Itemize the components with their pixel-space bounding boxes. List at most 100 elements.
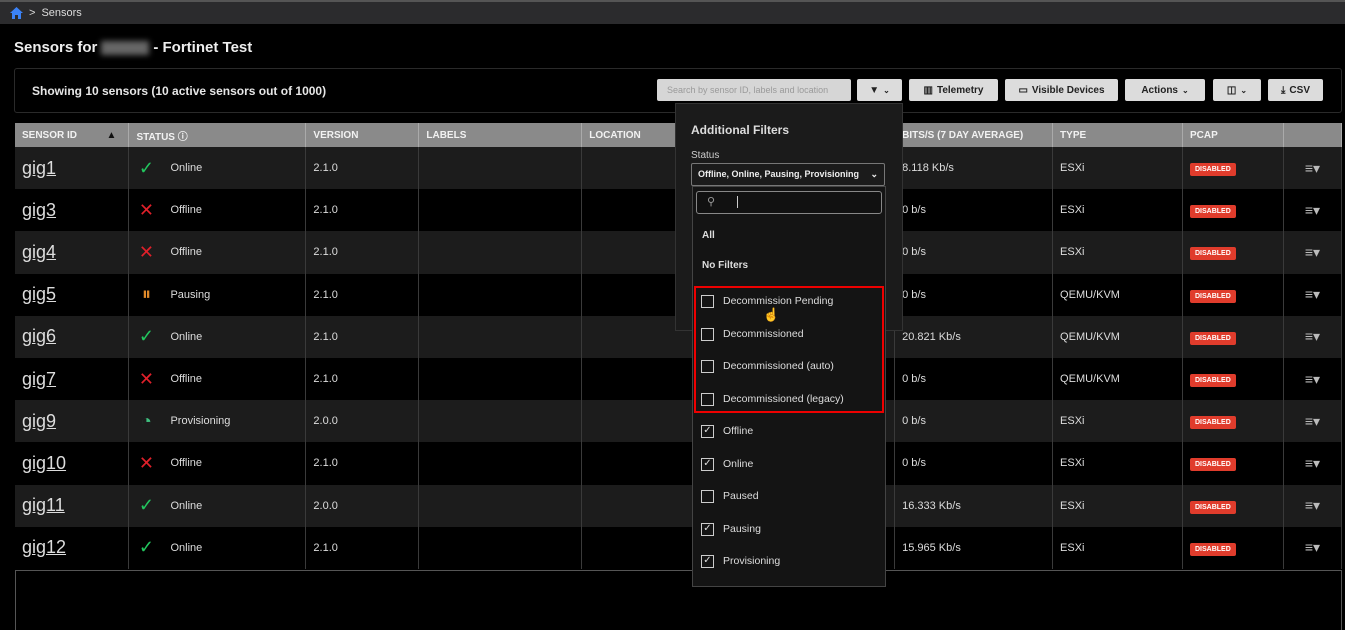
sensor-link[interactable]: gig9 (22, 411, 56, 431)
status-cell: ◔ Provisioning (128, 400, 307, 443)
sensor-link[interactable]: gig10 (22, 453, 66, 473)
telemetry-label: Telemetry (936, 84, 984, 96)
labels-cell (418, 442, 583, 485)
sensor-id-cell: gig3 (15, 189, 130, 232)
version-cell: 2.1.0 (305, 315, 420, 358)
option-no-filters[interactable]: No Filters (702, 260, 748, 271)
sensor-link[interactable]: gig12 (22, 537, 66, 557)
columns-button[interactable]: ◫ ⌄ (1213, 79, 1261, 101)
type-cell: QEMU/KVM (1052, 357, 1183, 401)
option-checkbox[interactable]: ✓ (701, 555, 714, 568)
status-cell: ⏸ Pausing (128, 273, 307, 316)
row-menu-icon[interactable]: ≡▾ (1305, 371, 1320, 387)
type-cell: ESXi (1052, 484, 1183, 527)
col-pcap[interactable]: PCAP (1182, 123, 1284, 147)
row-menu-icon[interactable]: ≡▾ (1305, 497, 1320, 513)
csv-label: CSV (1289, 84, 1310, 96)
sensor-link[interactable]: gig4 (22, 242, 56, 262)
labels-cell (418, 189, 583, 232)
labels-cell (418, 526, 583, 569)
breadcrumb-current: Sensors (41, 7, 82, 19)
row-menu-icon[interactable]: ≡▾ (1305, 455, 1320, 471)
sensor-link[interactable]: gig1 (22, 158, 56, 178)
option-checkbox[interactable]: ✓ (701, 425, 714, 438)
bits-cell: 0 b/s (894, 273, 1054, 316)
col-status[interactable]: STATUS ⓘ (128, 123, 307, 147)
breadcrumb-separator: > (29, 7, 36, 19)
col-version[interactable]: VERSION (305, 123, 420, 147)
row-menu-icon[interactable]: ≡▾ (1305, 413, 1320, 429)
options-search-input[interactable]: ⚲ (696, 191, 882, 214)
row-menu-icon[interactable]: ≡▾ (1305, 160, 1320, 176)
bits-cell: 20.821 Kb/s (894, 315, 1054, 358)
status-select[interactable]: Offline, Online, Pausing, Provisioning ⌄ (691, 163, 885, 186)
row-menu-icon[interactable]: ≡▾ (1305, 539, 1320, 555)
status-text: Online (170, 541, 203, 554)
help-icon[interactable]: ⓘ (178, 132, 188, 143)
option-all[interactable]: All (702, 230, 715, 241)
option-label[interactable]: Paused (723, 490, 759, 502)
col-type[interactable]: TYPE (1052, 123, 1183, 147)
sensor-link[interactable]: gig7 (22, 369, 56, 389)
csv-button[interactable]: ⤓ CSV (1268, 79, 1323, 101)
sort-asc-icon[interactable]: ▲ (107, 130, 117, 141)
pcap-cell: DISABLED (1182, 442, 1284, 485)
option-label[interactable]: Offline (723, 425, 753, 437)
laptop-icon: ▭ (1018, 84, 1028, 96)
filter-icon: ▼ (869, 84, 880, 96)
home-icon[interactable] (10, 7, 23, 19)
pcap-cell: DISABLED (1182, 526, 1284, 569)
sensor-link[interactable]: gig6 (22, 326, 56, 346)
labels-cell (418, 400, 583, 443)
type-cell: ESXi (1052, 526, 1183, 569)
bits-cell: 15.965 Kb/s (894, 526, 1054, 569)
status-text: Offline (170, 373, 203, 386)
row-menu-icon[interactable]: ≡▾ (1305, 202, 1320, 218)
pcap-cell: DISABLED (1182, 273, 1284, 316)
sensor-id-cell: gig4 (15, 231, 130, 274)
status-cell: ✓ Online (128, 147, 307, 190)
status-cell: ✓ Online (128, 315, 307, 358)
sensor-link[interactable]: gig3 (22, 200, 56, 220)
option-checkbox[interactable]: ✓ (701, 457, 714, 471)
col-bits[interactable]: BITS/S (7 DAY AVERAGE) (894, 123, 1054, 147)
option-label[interactable]: Provisioning (723, 555, 780, 567)
row-menu-icon[interactable]: ≡▾ (1305, 286, 1320, 302)
option-checkbox[interactable]: ✓ (701, 522, 714, 536)
col-menu (1283, 123, 1343, 147)
col-sensor-id[interactable]: SENSOR ID ▲ (15, 123, 130, 147)
redacted-name (101, 41, 150, 56)
version-cell: 2.1.0 (305, 442, 420, 485)
row-menu-icon[interactable]: ≡▾ (1305, 244, 1320, 260)
table-row: gig7 ✕ Offline 2.1.0 0 b/s QEMU/KVM DISAB… (15, 357, 1343, 401)
col-labels[interactable]: LABELS (418, 123, 583, 147)
actions-button[interactable]: Actions ⌄ (1125, 79, 1205, 101)
status-cell: ✕ Offline (128, 357, 307, 401)
labels-cell (418, 357, 583, 401)
sensor-link[interactable]: gig11 (22, 495, 65, 515)
bits-cell: 16.333 Kb/s (894, 484, 1054, 527)
visible-devices-button[interactable]: ▭ Visible Devices (1005, 79, 1118, 101)
breadcrumb: > Sensors (0, 0, 1345, 24)
table-row: gig9 ◔ Provisioning 2.0.0 0 b/s ESXi DISA… (15, 400, 1343, 443)
pcap-badge: DISABLED (1190, 289, 1236, 303)
row-menu-icon[interactable]: ≡▾ (1305, 328, 1320, 344)
option-checkbox[interactable] (701, 490, 714, 503)
pcap-badge: DISABLED (1190, 331, 1236, 345)
chevron-down-icon: ⌄ (870, 169, 878, 179)
sensor-link[interactable]: gig5 (22, 284, 56, 304)
row-menu-cell: ≡▾ (1283, 147, 1343, 190)
filter-button[interactable]: ▼ ⌄ (857, 79, 902, 101)
search-input[interactable] (657, 79, 851, 101)
option-label[interactable]: Online (723, 458, 753, 470)
sensor-id-cell: gig10 (15, 442, 130, 485)
status-selected-value: Offline, Online, Pausing, Provisioning (698, 169, 860, 179)
option-label[interactable]: Pausing (723, 523, 761, 535)
x-icon: ✕ (138, 199, 154, 220)
pcap-cell: DISABLED (1182, 484, 1284, 527)
type-cell: QEMU/KVM (1052, 315, 1183, 358)
telemetry-button[interactable]: ▥ Telemetry (909, 79, 998, 101)
sensor-id-cell: gig1 (15, 147, 130, 190)
labels-cell (418, 484, 583, 527)
status-cell: ✕ Offline (128, 189, 307, 232)
